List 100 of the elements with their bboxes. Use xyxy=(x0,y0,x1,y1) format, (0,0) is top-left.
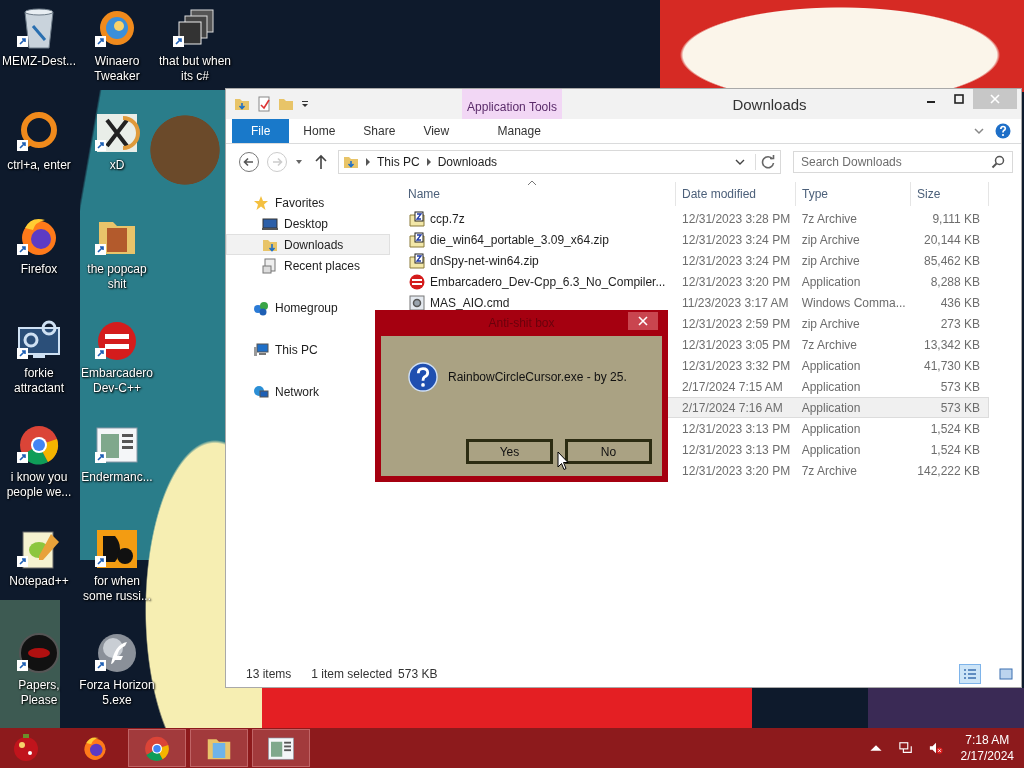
taskbar-button[interactable] xyxy=(190,729,248,767)
minimize-icon xyxy=(927,101,935,103)
close-button[interactable] xyxy=(628,312,658,330)
table-cell-text: Application xyxy=(800,274,862,289)
desktop-shortcut[interactable]: Firefox xyxy=(0,212,78,277)
clock[interactable]: 7:18 AM 2/17/2024 xyxy=(952,732,1024,764)
selection-info: 1 item selected xyxy=(311,667,393,681)
file-name: die_win64_portable_3.09_x64.zip xyxy=(430,232,609,247)
folder-icon[interactable] xyxy=(234,96,250,112)
table-cell-text: 9,111 KB xyxy=(931,211,981,226)
table-cell-text: 2/17/2024 7:15 AM xyxy=(681,379,784,394)
table-cell-text: Application xyxy=(800,421,862,436)
desktop-shortcut[interactable]: that but when its c# xyxy=(156,4,234,84)
table-cell-text: 573 KB xyxy=(939,379,981,394)
clock-time: 7:18 AM xyxy=(965,732,1010,748)
search-field[interactable]: Search Downloads xyxy=(793,151,1013,173)
table-cell-text: Application xyxy=(800,442,862,457)
table-cell-text: Application xyxy=(800,379,862,394)
file-row[interactable]: Embarcadero_Dev-Cpp_6.3_No_Compiler... 12/31/2023 3:20 PM Application 8,288 KB xyxy=(402,271,989,292)
expand-ribbon-icon[interactable] xyxy=(973,125,985,137)
desktop-shortcut[interactable]: MEMZ-Dest... xyxy=(0,4,78,69)
nav-item[interactable]: Desktop xyxy=(226,213,390,234)
file-row[interactable]: dnSpy-net-win64.zip 12/31/2023 3:24 PM zip Archive 85,462 KB xyxy=(402,250,989,271)
details-view-button[interactable] xyxy=(959,664,981,684)
file-row[interactable]: MAS_AIO.cmd 11/23/2023 3:17 AM Windows Comma... 436 KB xyxy=(402,292,989,313)
dialog-button[interactable]: Yes xyxy=(466,439,553,464)
question-icon xyxy=(408,362,438,392)
large-icons-view-icon xyxy=(999,668,1013,680)
dialog-title: Anti-shit box xyxy=(487,316,556,330)
table-cell-text: 7z Archive xyxy=(800,211,858,226)
clock-date: 2/17/2024 xyxy=(960,748,1014,764)
up-arrow-icon[interactable] xyxy=(314,154,328,170)
help-icon[interactable] xyxy=(995,123,1011,139)
file-row[interactable]: ccp.7z 12/31/2023 3:28 PM 7z Archive 9,111 KB xyxy=(402,208,989,229)
chrome-icon xyxy=(142,734,172,762)
dialog-button[interactable]: No xyxy=(565,439,652,464)
nav-item[interactable]: Homegroup xyxy=(226,297,390,318)
breadcrumb-item[interactable]: Downloads xyxy=(437,155,498,169)
desktop-shortcut[interactable]: xD xyxy=(78,108,156,173)
back-button[interactable] xyxy=(238,151,260,173)
desktop-shortcut[interactable]: Embarcadero Dev-C++ xyxy=(78,316,156,396)
address-bar[interactable]: This PC Downloads xyxy=(338,150,781,174)
column-header[interactable]: Name xyxy=(402,182,676,206)
table-cell-text: 12/31/2023 3:24 PM xyxy=(681,253,792,268)
taskbar-button[interactable] xyxy=(252,729,310,767)
window-icon xyxy=(266,734,296,762)
network-icon[interactable] xyxy=(898,741,913,755)
dropdown-icon[interactable] xyxy=(735,157,745,167)
chevron-icon[interactable] xyxy=(365,158,371,166)
close-icon xyxy=(990,94,1000,104)
archive-file-icon xyxy=(409,210,425,227)
desktop-shortcut[interactable]: Forza Horizon 5.exe xyxy=(78,628,156,708)
table-cell-text: 13,342 KB xyxy=(922,337,981,352)
file-name: ccp.7z xyxy=(430,211,465,226)
table-cell-text: 12/31/2023 3:32 PM xyxy=(681,358,792,373)
taskbar-button[interactable] xyxy=(128,729,186,767)
properties-icon[interactable] xyxy=(256,96,272,112)
details-view-icon xyxy=(963,668,977,680)
desktop-shortcut[interactable]: i know you people we... xyxy=(0,420,78,500)
file-tab[interactable]: File xyxy=(232,119,290,143)
refresh-icon[interactable] xyxy=(755,154,776,170)
desktop-shortcut[interactable]: the popcap shit xyxy=(78,212,156,292)
table-cell-text: 12/31/2023 2:59 PM xyxy=(681,316,792,331)
chevron-icon[interactable] xyxy=(425,158,432,166)
desktop-shortcut[interactable]: Winaero Tweaker xyxy=(78,4,156,84)
dropdown-icon[interactable] xyxy=(300,99,310,109)
star-icon xyxy=(253,194,269,211)
nav-item[interactable]: Favorites xyxy=(226,192,390,213)
file-row[interactable]: die_win64_portable_3.09_x64.zip 12/31/2023 3:24 PM zip Archive 20,144 KB xyxy=(402,229,989,250)
nav-item[interactable]: Recent places xyxy=(226,255,390,276)
mouse-cursor-icon xyxy=(557,451,569,471)
file-name: dnSpy-net-win64.zip xyxy=(430,253,539,268)
table-cell-text: zip Archive xyxy=(800,253,861,268)
desktop-shortcut[interactable]: Endermanc... xyxy=(78,420,156,485)
desktop-shortcut[interactable]: Notepad++ xyxy=(0,524,78,589)
table-cell-text: 12/31/2023 3:13 PM xyxy=(681,421,792,436)
download-folder-icon xyxy=(343,154,359,170)
close-icon xyxy=(638,316,648,326)
column-header[interactable]: Date modified xyxy=(676,182,796,206)
column-header[interactable]: Size xyxy=(911,182,989,206)
search-icon[interactable] xyxy=(991,155,1005,169)
ribbon-tab[interactable]: Manage xyxy=(469,119,570,143)
column-header[interactable]: Type xyxy=(796,182,911,206)
striped-disc-icon xyxy=(409,273,425,290)
ribbon-tab[interactable]: Home xyxy=(289,119,350,143)
selection-size: 573 KB xyxy=(398,667,438,681)
muted-speaker-icon[interactable] xyxy=(928,741,943,755)
table-cell-text: zip Archive xyxy=(800,316,861,331)
table-cell-text: 12/31/2023 3:28 PM xyxy=(681,211,792,226)
ribbon-tab[interactable]: View xyxy=(409,119,464,143)
breadcrumb-item[interactable]: This PC xyxy=(377,155,420,169)
table-cell-text: 12/31/2023 3:05 PM xyxy=(681,337,792,352)
file-name: MAS_AIO.cmd xyxy=(430,295,510,310)
table-cell-text: 1,524 KB xyxy=(929,421,981,436)
desktop-shortcut[interactable]: Papers, Please xyxy=(0,628,78,708)
desktop-shortcut[interactable]: forkie attractant xyxy=(0,316,78,396)
nav-item[interactable]: Downloads xyxy=(226,234,390,255)
desktop-shortcut[interactable]: ctrl+a, enter xyxy=(0,108,78,173)
ribbon-tab[interactable]: Share xyxy=(349,119,410,143)
table-cell-text: Application xyxy=(800,400,862,415)
